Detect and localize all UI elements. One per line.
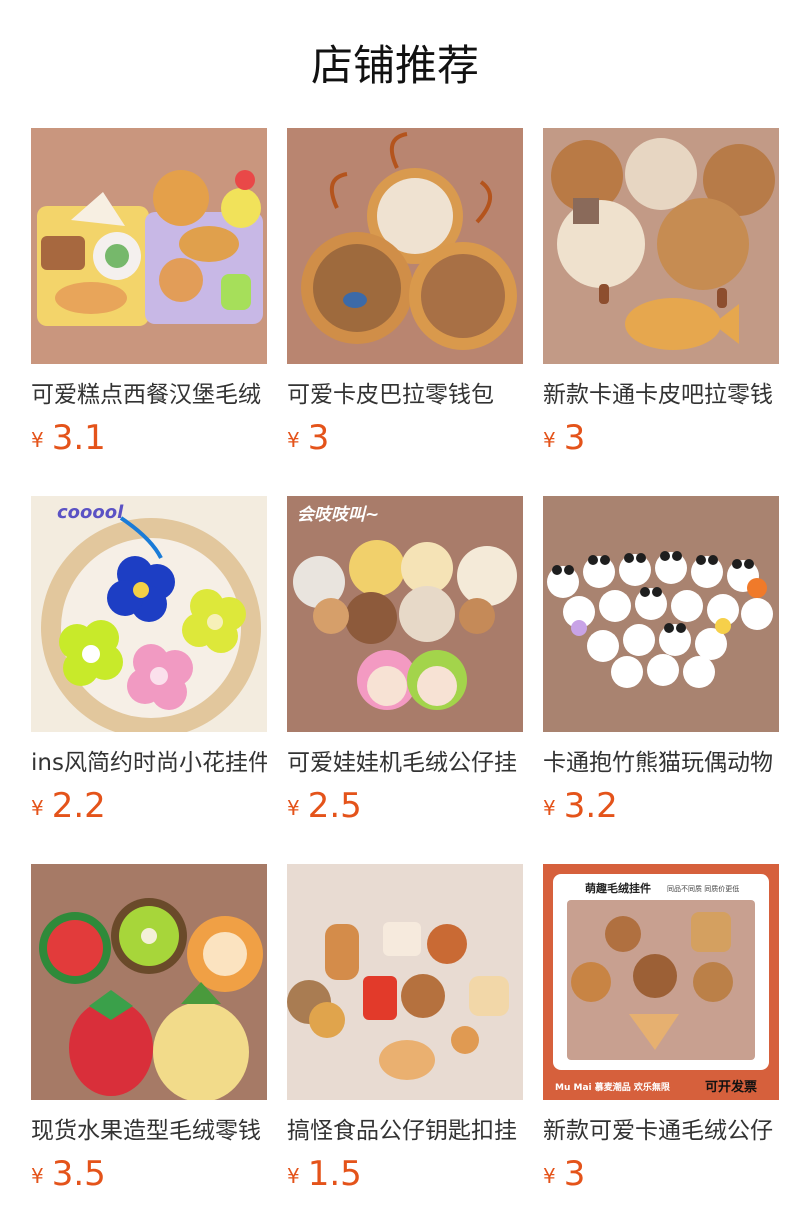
poster-tagline: 同品不同质 同质价更低 bbox=[667, 884, 739, 893]
currency-symbol: ¥ bbox=[287, 1164, 300, 1188]
capybara-purse-image[interactable] bbox=[287, 128, 523, 364]
fruit-purse-image[interactable] bbox=[31, 864, 267, 1100]
price-value: 3.2 bbox=[563, 786, 618, 826]
product-title[interactable]: 搞怪食品公仔钥匙扣挂 bbox=[287, 1114, 523, 1148]
product-card[interactable]: 新款卡通卡皮吧拉零钱 ¥3 bbox=[543, 128, 779, 458]
product-title[interactable]: 卡通抱竹熊猫玩偶动物 bbox=[543, 746, 779, 780]
product-price: ¥3.5 bbox=[31, 1154, 267, 1194]
price-value: 2.2 bbox=[51, 786, 106, 826]
promo-overlay-text: 会吱吱叫~ bbox=[297, 505, 379, 525]
price-value: 3.5 bbox=[51, 1154, 106, 1194]
product-price: ¥1.5 bbox=[287, 1154, 523, 1194]
product-card[interactable]: 可爱卡皮巴拉零钱包 ¥3 bbox=[287, 128, 523, 458]
plush-pendant-poster-image[interactable]: 萌趣毛绒挂件 同品不同质 同质价更低 Mu Mai 慕麦潮品 欢乐無限 可开发票 bbox=[543, 864, 779, 1100]
panda-plush-image[interactable] bbox=[543, 496, 779, 732]
product-price: ¥3 bbox=[543, 418, 779, 458]
currency-symbol: ¥ bbox=[287, 428, 300, 452]
currency-symbol: ¥ bbox=[31, 428, 44, 452]
capybara-cookie-image[interactable] bbox=[543, 128, 779, 364]
flower-charm-image[interactable]: cooool bbox=[31, 496, 267, 732]
price-value: 3 bbox=[563, 418, 586, 458]
currency-symbol: ¥ bbox=[543, 428, 556, 452]
currency-symbol: ¥ bbox=[287, 796, 300, 820]
product-title[interactable]: 可爱糕点西餐汉堡毛绒 bbox=[31, 378, 267, 412]
product-price: ¥3 bbox=[287, 418, 523, 458]
product-card[interactable]: 萌趣毛绒挂件 同品不同质 同质价更低 Mu Mai 慕麦潮品 欢乐無限 可开发票… bbox=[543, 864, 779, 1194]
currency-symbol: ¥ bbox=[31, 1164, 44, 1188]
product-card[interactable]: 卡通抱竹熊猫玩偶动物 ¥3.2 bbox=[543, 496, 779, 826]
product-title[interactable]: 新款卡通卡皮吧拉零钱 bbox=[543, 378, 779, 412]
currency-symbol: ¥ bbox=[31, 796, 44, 820]
price-value: 3 bbox=[563, 1154, 586, 1194]
price-value: 2.5 bbox=[307, 786, 362, 826]
product-title[interactable]: 新款可爱卡通毛绒公仔 bbox=[543, 1114, 779, 1148]
product-price: ¥2.5 bbox=[287, 786, 523, 826]
brand-overlay-text: cooool bbox=[57, 502, 124, 523]
product-title[interactable]: 可爱娃娃机毛绒公仔挂 bbox=[287, 746, 523, 780]
product-title[interactable]: 可爱卡皮巴拉零钱包 bbox=[287, 378, 523, 412]
product-card[interactable]: cooool ins风简约时尚小花挂件 ¥2.2 bbox=[31, 496, 267, 826]
product-card[interactable]: 可爱糕点西餐汉堡毛绒 ¥3.1 bbox=[31, 128, 267, 458]
product-price: ¥2.2 bbox=[31, 786, 267, 826]
claw-machine-plush-image[interactable]: 会吱吱叫~ bbox=[287, 496, 523, 732]
page-title: 店铺推荐 bbox=[310, 41, 479, 90]
product-title[interactable]: 现货水果造型毛绒零钱 bbox=[31, 1114, 267, 1148]
price-value: 3 bbox=[307, 418, 330, 458]
pastry-plush-image[interactable] bbox=[31, 128, 267, 364]
food-keychain-image[interactable] bbox=[287, 864, 523, 1100]
poster-heading: 萌趣毛绒挂件 bbox=[585, 881, 651, 895]
product-price: ¥3.1 bbox=[31, 418, 267, 458]
price-value: 3.1 bbox=[51, 418, 106, 458]
product-price: ¥3 bbox=[543, 1154, 779, 1194]
currency-symbol: ¥ bbox=[543, 796, 556, 820]
product-card[interactable]: 搞怪食品公仔钥匙扣挂 ¥1.5 bbox=[287, 864, 523, 1194]
product-price: ¥3.2 bbox=[543, 786, 779, 826]
product-title[interactable]: ins风简约时尚小花挂件 bbox=[31, 746, 267, 780]
poster-badge: 可开发票 bbox=[705, 1079, 757, 1095]
poster-footer: Mu Mai 慕麦潮品 欢乐無限 bbox=[555, 1081, 671, 1093]
currency-symbol: ¥ bbox=[543, 1164, 556, 1188]
price-value: 1.5 bbox=[307, 1154, 362, 1194]
product-card[interactable]: 会吱吱叫~ 可爱娃娃机毛绒公仔挂 ¥2.5 bbox=[287, 496, 523, 826]
product-card[interactable]: 现货水果造型毛绒零钱 ¥3.5 bbox=[31, 864, 267, 1194]
